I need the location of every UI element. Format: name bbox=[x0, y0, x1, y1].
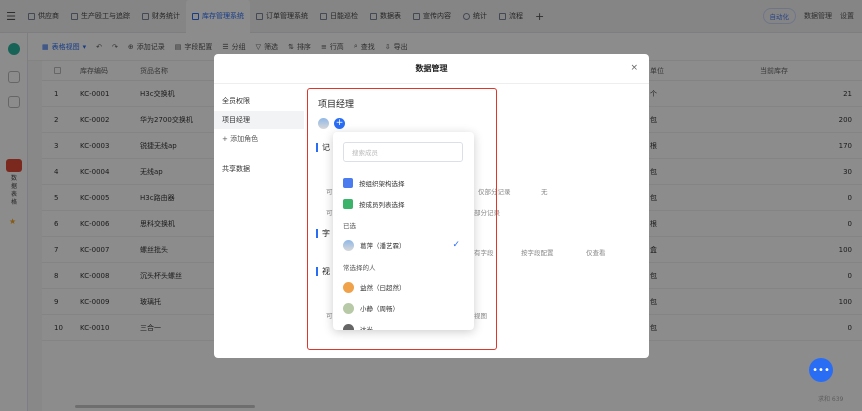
add-role-button[interactable]: + 添加角色 bbox=[214, 130, 304, 148]
list-icon bbox=[343, 199, 353, 209]
selected-label: 已选 bbox=[343, 222, 356, 230]
modal-title: 数据管理 bbox=[214, 54, 649, 84]
avatar bbox=[343, 281, 354, 293]
option-none[interactable]: 无 bbox=[541, 186, 548, 196]
role-all[interactable]: 全员权限 bbox=[214, 92, 304, 110]
check-icon: ✓ bbox=[452, 240, 460, 250]
close-icon[interactable]: × bbox=[630, 63, 638, 73]
more-fab-button[interactable]: ••• bbox=[809, 358, 833, 382]
option-view-only[interactable]: 仅查看 bbox=[586, 247, 606, 257]
member-picker-dropdown: 搜索成员 按组织架构选择 按成员列表选择 已选 葛萍（潘艺霖） ✓ 常选择的人 … bbox=[333, 132, 474, 330]
select-by-org[interactable]: 按组织架构选择 bbox=[333, 173, 474, 193]
select-by-list[interactable]: 按成员列表选择 bbox=[333, 194, 474, 214]
org-icon bbox=[343, 178, 353, 188]
selected-user[interactable]: 葛萍（潘艺霖） ✓ bbox=[333, 235, 474, 255]
frequent-label: 常选择的人 bbox=[343, 264, 376, 272]
frequent-user[interactable]: 小静（周畅） bbox=[333, 298, 474, 318]
avatar bbox=[343, 302, 354, 314]
role-pm[interactable]: 项目经理 bbox=[214, 111, 304, 129]
avatar bbox=[343, 239, 354, 251]
role-sidebar: 全员权限 项目经理 + 添加角色 共享数据 bbox=[214, 84, 304, 358]
frequent-user[interactable]: 达光 bbox=[333, 319, 474, 330]
option-by-field[interactable]: 按字段配置 bbox=[521, 247, 554, 257]
shared-data[interactable]: 共享数据 bbox=[214, 160, 304, 178]
member-search-input[interactable]: 搜索成员 bbox=[343, 142, 463, 162]
frequent-user[interactable]: 益然（曰超然） bbox=[333, 277, 474, 297]
avatar bbox=[343, 323, 354, 330]
